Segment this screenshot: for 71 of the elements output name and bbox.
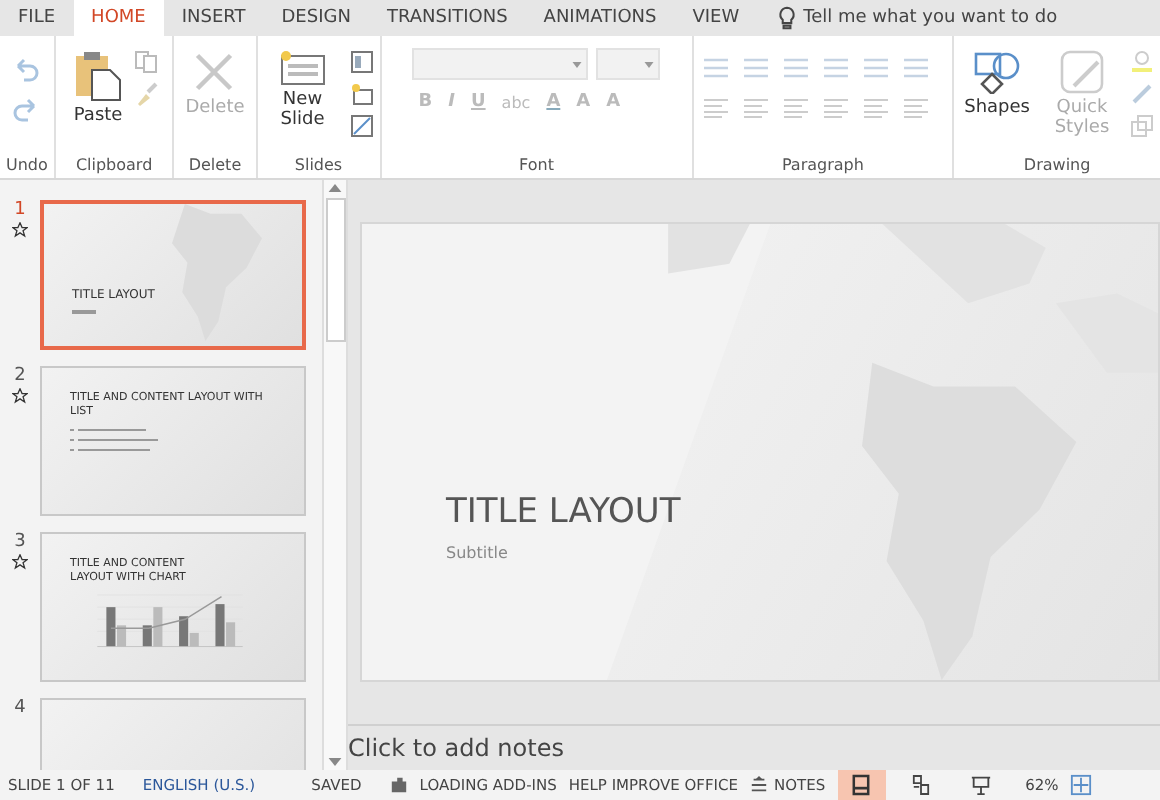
paragraph-tool-icon[interactable] — [822, 58, 851, 78]
paste-button[interactable]: Paste — [69, 42, 127, 128]
layout-icon[interactable] — [350, 50, 375, 74]
font-size-dropdown[interactable] — [596, 48, 661, 80]
paragraph-tool-icon[interactable] — [702, 58, 731, 78]
reset-icon[interactable] — [350, 82, 375, 106]
scroll-down-icon[interactable] — [328, 758, 342, 766]
font-name-dropdown[interactable] — [412, 48, 589, 80]
group-label: Paragraph — [781, 156, 864, 174]
copy-icon[interactable] — [134, 50, 159, 74]
paragraph-tool-icon[interactable] — [902, 58, 931, 78]
fill-icon[interactable] — [1130, 50, 1154, 74]
undo-icon[interactable] — [12, 58, 41, 82]
slide-number: 4 — [14, 698, 26, 718]
normal-view-button[interactable] — [837, 770, 886, 800]
projector-icon — [970, 774, 993, 796]
paragraph-tool-icon[interactable] — [862, 58, 891, 78]
arrange-icon[interactable] — [1130, 114, 1154, 138]
shapes-icon — [973, 50, 1022, 94]
ribbon-tab[interactable]: VIEW — [674, 0, 758, 36]
notes-icon — [749, 776, 768, 794]
caret-icon — [644, 62, 655, 68]
redo-icon[interactable] — [12, 98, 41, 122]
paste-icon — [74, 50, 123, 102]
ribbon-tab[interactable]: HOME — [73, 0, 164, 36]
ribbon-tab[interactable]: FILE — [0, 0, 74, 36]
subtitle-line — [72, 310, 96, 315]
fit-to-window-icon[interactable] — [1070, 774, 1093, 796]
alignment-icon[interactable] — [822, 98, 851, 118]
slide-number: 3 — [14, 532, 26, 552]
scrollbar[interactable] — [322, 180, 346, 770]
star-icon — [12, 554, 28, 570]
shapes-button[interactable]: Shapes — [960, 42, 1034, 120]
group-label: Undo — [6, 156, 48, 174]
group-label: Font — [519, 156, 554, 174]
x-icon — [192, 50, 237, 94]
alignment-icon[interactable] — [782, 98, 811, 118]
paragraph-tool-icon[interactable] — [782, 58, 811, 78]
brush-frame-icon — [1058, 50, 1106, 94]
ribbon-tab[interactable]: DESIGN — [263, 0, 369, 36]
star-icon — [12, 388, 28, 404]
new-slide-icon — [278, 50, 327, 86]
scroll-up-icon[interactable] — [328, 184, 342, 192]
tell-me-field[interactable]: Tell me what you want to do — [777, 0, 1058, 36]
group-label: Drawing — [1023, 156, 1091, 174]
group-label: Slides — [294, 156, 343, 174]
section-icon[interactable] — [350, 114, 375, 138]
slide-number: 2 — [14, 366, 26, 386]
pen-icon[interactable] — [1130, 82, 1154, 106]
alignment-icon[interactable] — [862, 98, 891, 118]
scroll-thumb[interactable] — [325, 198, 345, 342]
ribbon-tab[interactable]: ANIMATIONS — [525, 0, 675, 36]
lightbulb-icon — [777, 6, 796, 30]
brush-icon[interactable] — [134, 82, 159, 106]
group-label: Delete — [188, 156, 242, 174]
normal-view-icon — [852, 774, 871, 796]
ribbon-tab[interactable]: TRANSITIONS — [368, 0, 526, 36]
alignment-icon[interactable] — [742, 98, 771, 118]
paragraph-tool-icon[interactable] — [742, 58, 771, 78]
slide-title[interactable]: TITLE LAYOUT — [446, 492, 681, 532]
slide-canvas[interactable]: TITLE LAYOUT Subtitle — [360, 222, 1160, 682]
caret-icon — [572, 62, 583, 68]
new-slide-button[interactable]: New Slide — [262, 42, 343, 132]
star-icon — [12, 222, 28, 238]
slide-sorter-icon — [912, 774, 931, 796]
puzzle-icon — [389, 776, 408, 794]
alignment-icon[interactable] — [902, 98, 931, 118]
ribbon-tab[interactable]: INSERT — [163, 0, 264, 36]
slide-number: 1 — [14, 200, 26, 220]
alignment-icon[interactable] — [702, 98, 731, 118]
group-label: Clipboard — [75, 156, 153, 174]
